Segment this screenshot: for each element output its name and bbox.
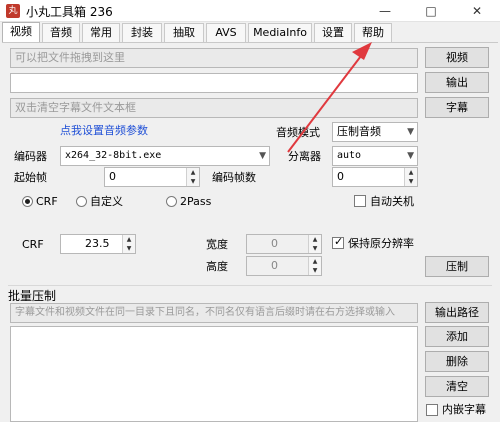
annotation-arrow-icon (287, 42, 372, 153)
